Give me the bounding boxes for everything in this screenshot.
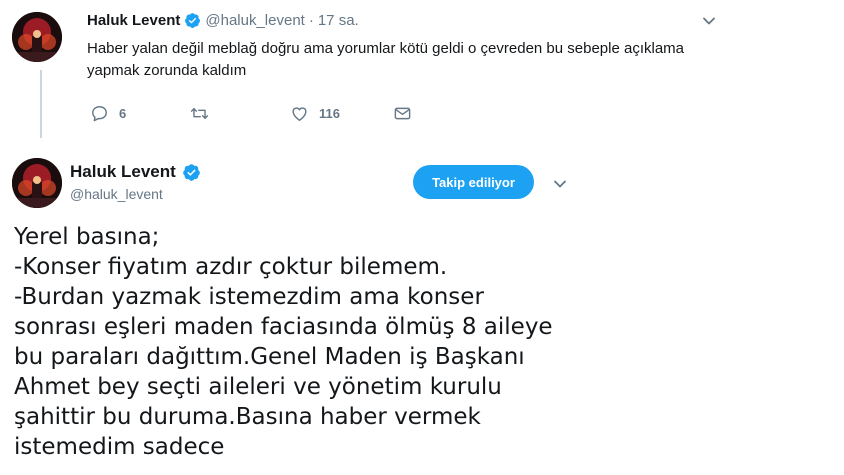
retweet-button[interactable] <box>190 104 219 123</box>
tweet-text-line: -Konser fiyatım azdır çoktur bilemem. <box>14 254 448 280</box>
chevron-down-icon[interactable] <box>553 177 567 191</box>
reply-icon <box>92 106 107 122</box>
tweet-author-row: Haluk Levent <box>70 162 201 182</box>
tweet-text-line: Ahmet bey seçti aileleri ve yönetim kuru… <box>14 374 502 400</box>
avatar[interactable] <box>12 158 62 208</box>
author-handle[interactable]: @haluk_levent <box>205 12 304 29</box>
heart-icon <box>292 107 307 121</box>
verified-badge-icon <box>182 163 200 181</box>
avatar-image <box>12 158 62 208</box>
author-name[interactable]: Haluk Levent <box>70 162 176 182</box>
thread-connector-line <box>40 70 42 138</box>
tweet-text-line: -Burdan yazmak istemezdim ama konser <box>14 284 484 310</box>
like-count: 116 <box>319 106 340 121</box>
tweet-text-line: Yerel basına; <box>14 224 160 250</box>
verified-badge-icon <box>185 13 201 28</box>
tweet-text: Haber yalan değil meblağ doğru ama yorum… <box>87 40 685 79</box>
author-name[interactable]: Haluk Levent <box>87 12 180 29</box>
avatar[interactable] <box>12 12 62 62</box>
tweet-header: Haluk Levent @haluk_levent · 17 sa. <box>87 12 359 29</box>
like-button[interactable]: 116 <box>290 104 340 123</box>
tweet-text-line: sonrası eşleri maden faciasında ölmüş 8 … <box>14 314 553 340</box>
tweet-text-line: bu paraları dağıttım.Genel Maden iş Başk… <box>14 344 525 370</box>
tweet-text: Yerel basına; -Konser fiyatım azdır çokt… <box>14 222 834 462</box>
retweet-icon <box>190 108 209 119</box>
tweet-timestamp[interactable]: 17 sa. <box>318 12 359 29</box>
reply-count: 6 <box>119 106 127 121</box>
direct-message-button[interactable] <box>393 104 412 123</box>
envelope-icon <box>394 107 411 120</box>
tweet-actions: 6 116 <box>90 104 430 126</box>
chevron-down-icon[interactable] <box>702 14 716 28</box>
author-handle[interactable]: @haluk_levent <box>70 186 163 202</box>
following-button[interactable]: Takip ediliyor <box>413 165 534 199</box>
tweet-text-line: şahittir bu duruma.Basına haber vermek <box>14 404 481 430</box>
avatar-image <box>12 12 62 62</box>
separator-dot: · <box>308 12 314 29</box>
tweet-text-line: istemedim sadece <box>14 434 225 460</box>
reply-button[interactable]: 6 <box>90 104 126 123</box>
